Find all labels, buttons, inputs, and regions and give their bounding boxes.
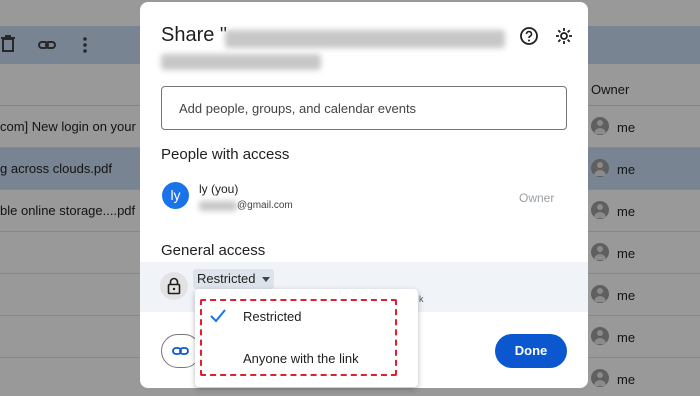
lock-icon — [160, 272, 188, 300]
menu-item-label: Anyone with the link — [243, 351, 359, 366]
settings-icon[interactable] — [554, 26, 574, 46]
link-icon — [172, 343, 190, 364]
person-name: ly (you) — [199, 182, 239, 196]
access-description: k — [419, 294, 424, 304]
person-role: Owner — [519, 191, 555, 205]
redacted-email — [199, 201, 237, 211]
menu-item-anyone-with-link[interactable]: Anyone with the link — [195, 339, 418, 375]
person-email: @gmail.com — [237, 200, 293, 211]
access-level-menu: Restricted Anyone with the link — [195, 289, 418, 387]
check-icon — [209, 308, 227, 327]
avatar: ly — [162, 182, 189, 209]
access-level-label: Restricted — [197, 271, 256, 286]
done-button[interactable]: Done — [495, 334, 567, 368]
chevron-down-icon — [261, 277, 270, 283]
help-icon[interactable] — [519, 26, 539, 46]
dialog-title: Share " — [161, 24, 228, 46]
add-people-input[interactable]: Add people, groups, and calendar events — [161, 86, 567, 130]
general-access-heading: General access — [161, 242, 266, 259]
people-with-access-heading: People with access — [161, 146, 290, 163]
access-level-dropdown[interactable]: Restricted — [193, 269, 274, 289]
redacted-filename — [225, 30, 505, 48]
menu-item-restricted[interactable]: Restricted — [195, 297, 418, 333]
menu-item-label: Restricted — [243, 309, 302, 324]
redacted-filename — [161, 54, 321, 70]
